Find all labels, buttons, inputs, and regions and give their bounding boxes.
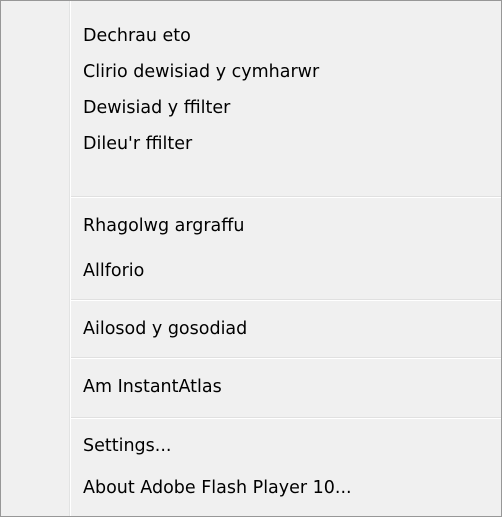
menu-separator (71, 357, 501, 359)
menu-item-print-preview[interactable]: Rhagolwg argraffu (71, 208, 501, 244)
menu-item-settings[interactable]: Settings... (71, 428, 501, 464)
menu-item-remove-filter[interactable]: Dileu'r ffilter (71, 126, 501, 162)
menu-item-about-instantatlas[interactable]: Am InstantAtlas (71, 369, 501, 405)
menu-separator (71, 196, 501, 198)
menu-item-export[interactable]: Allforio (71, 253, 501, 289)
menu-item-restart[interactable]: Dechrau eto (71, 18, 501, 54)
menu-item-reset-layout[interactable]: Ailosod y gosodiad (71, 311, 501, 347)
menu-item-about-flash-player[interactable]: About Adobe Flash Player 10... (71, 470, 501, 506)
context-menu: Dechrau eto Clirio dewisiad y cymharwr D… (0, 0, 502, 517)
menu-separator (71, 417, 501, 419)
menu-item-clear-comparator-selection[interactable]: Clirio dewisiad y cymharwr (71, 54, 501, 90)
menu-separator (71, 299, 501, 301)
menu-icon-gutter (1, 1, 69, 516)
menu-item-filter-selection[interactable]: Dewisiad y ffilter (71, 90, 501, 126)
